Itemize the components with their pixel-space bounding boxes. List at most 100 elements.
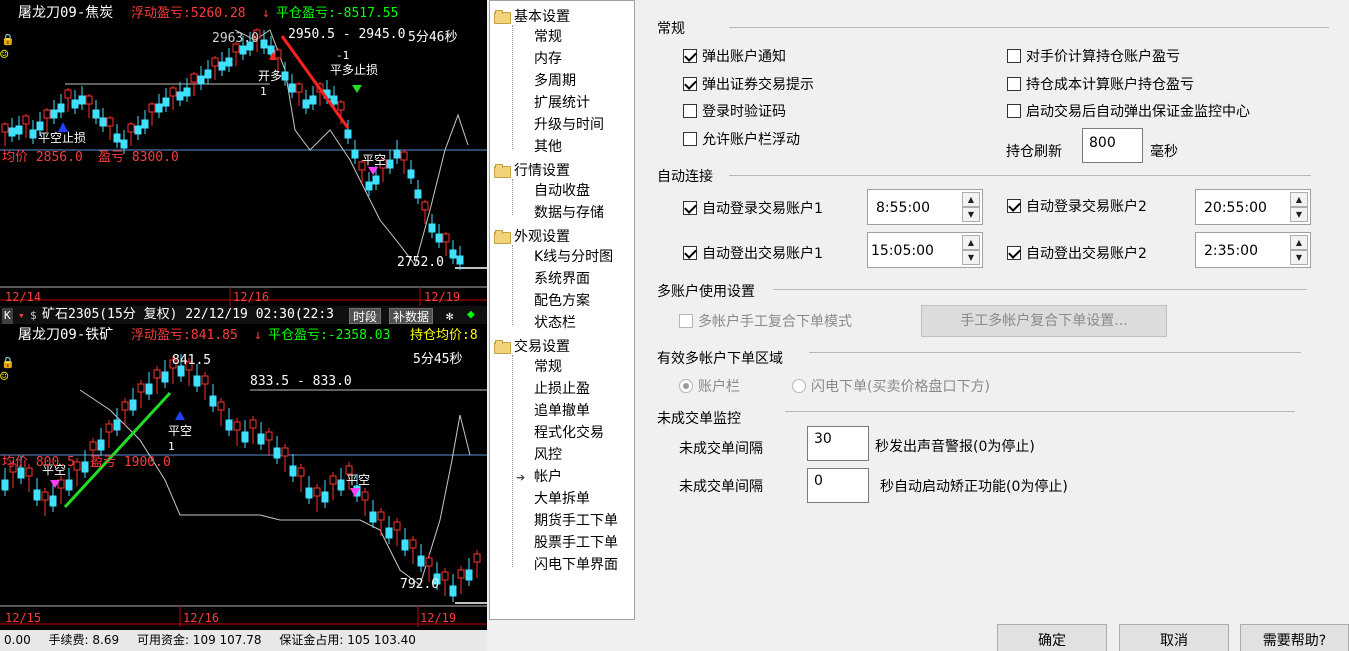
auto-login-account2-checkbox[interactable]: 自动登录交易账户2 — [1007, 196, 1147, 216]
tree-item-chase-cancel[interactable]: 追单撤单 — [534, 400, 590, 422]
candle-body — [15, 125, 23, 135]
radio-circle[interactable] — [792, 379, 806, 393]
checkbox-box[interactable] — [1007, 199, 1021, 213]
checkbox-box[interactable] — [683, 246, 697, 260]
tree-item-upgrade-time[interactable]: 升级与时间 — [534, 114, 604, 136]
auto-margin-monitor-checkbox[interactable]: 启动交易后自动弹出保证金监控中心 — [1007, 101, 1250, 121]
pending-correct-interval-input[interactable]: 0 — [807, 468, 869, 503]
tree-item-risk-control[interactable]: 风控 — [534, 444, 562, 466]
kline-chart-panel[interactable]: 屠龙刀09-焦炭 浮动盈亏:5260.28 ↓ 平仓盈亏:-8517.55 29… — [0, 0, 487, 651]
tree-item-futures-manual[interactable]: 期货手工下单 — [534, 510, 618, 532]
tree-item-basic-general[interactable]: 常规 — [534, 26, 562, 48]
dropdown-arrow-icon[interactable]: ▾ — [18, 308, 25, 324]
smiley-icon-2[interactable]: ☺ — [0, 370, 8, 384]
time-value[interactable]: 20:55:00 — [1204, 200, 1267, 216]
tree-item-auto-close[interactable]: 自动收盘 — [534, 180, 590, 202]
diamond-icon[interactable]: ◆ — [467, 307, 475, 323]
cost-basis-pl-checkbox[interactable]: 持仓成本计算账户持仓盈亏 — [1007, 74, 1194, 94]
checkbox-box[interactable] — [1007, 246, 1021, 260]
tree-item-memory[interactable]: 内存 — [534, 48, 562, 70]
refresh-interval-input[interactable]: 800 — [1082, 128, 1143, 163]
candle-body — [407, 169, 415, 179]
spin-up-icon[interactable]: ▲ — [962, 192, 980, 207]
top-float-pl: 浮动盈亏:5260.28 — [131, 6, 246, 21]
tree-item-stop-loss[interactable]: 止损止盈 — [534, 378, 590, 400]
top-stop-short-label: 平空止损 — [38, 131, 87, 145]
login-captcha-checkbox[interactable]: 登录时验证码 — [683, 101, 786, 121]
allow-float-account-bar-checkbox[interactable]: 允许账户栏浮动 — [683, 129, 800, 149]
popup-security-tip-checkbox[interactable]: 弹出证券交易提示 — [683, 74, 814, 94]
spin-up-icon[interactable]: ▲ — [962, 235, 980, 250]
fill-data-button[interactable]: 补数据 — [389, 308, 434, 324]
section-divider — [729, 175, 1311, 176]
auto-logout-account1-checkbox[interactable]: 自动登出交易账户1 — [683, 243, 823, 263]
gear-icon[interactable]: ✻ — [446, 308, 453, 324]
checkbox-box[interactable] — [1007, 104, 1021, 118]
checkbox-box[interactable] — [1007, 77, 1021, 91]
spin-down-icon[interactable]: ▼ — [962, 250, 980, 265]
counterparty-price-pl-checkbox[interactable]: 对手价计算持仓账户盈亏 — [1007, 46, 1180, 66]
checkbox-box[interactable] — [683, 104, 697, 118]
spin-down-icon[interactable]: ▼ — [1290, 207, 1308, 222]
ok-button[interactable]: 确定 — [997, 624, 1107, 651]
tree-item-account[interactable]: 帐户 — [534, 466, 562, 488]
auto-logout-account2-checkbox[interactable]: 自动登出交易账户2 — [1007, 243, 1147, 263]
tree-item-split-order[interactable]: 大单拆单 — [534, 488, 590, 510]
tree-item-kline[interactable]: K线与分时图 — [534, 246, 613, 268]
auto-login-account2-time[interactable]: 20:55:00 ▲ ▼ — [1195, 189, 1311, 225]
auto-logout-account2-time[interactable]: 2:35:00 ▲ ▼ — [1195, 232, 1311, 268]
auto-login-account1-checkbox[interactable]: 自动登录交易账户1 — [683, 198, 823, 218]
tree-item-other[interactable]: 其他 — [534, 136, 562, 158]
order-area-account-bar-radio[interactable]: 账户栏 — [679, 376, 740, 396]
tree-item-multi-period[interactable]: 多周期 — [534, 70, 576, 92]
spin-down-icon[interactable]: ▼ — [1290, 250, 1308, 265]
order-area-flash-order-radio[interactable]: 闪电下单(买卖价格盘口下方) — [792, 376, 990, 396]
help-button[interactable]: 需要帮助? — [1240, 624, 1349, 651]
tree-item-flash-order[interactable]: 闪电下单界面 — [534, 554, 618, 576]
tree-group-trade[interactable]: 交易设置 — [494, 335, 570, 357]
tree-group-market[interactable]: 行情设置 — [494, 159, 570, 181]
spin-up-icon[interactable]: ▲ — [1290, 192, 1308, 207]
multi-account-mode-checkbox[interactable]: 多帐户手工复合下单模式 — [679, 311, 852, 331]
auto-login-account1-time[interactable]: 8:55:00 ▲ ▼ — [867, 189, 983, 225]
dollar-icon[interactable]: $ — [30, 308, 37, 324]
tree-group-appearance[interactable]: 外观设置 — [494, 225, 570, 247]
checkbox-box[interactable] — [679, 314, 693, 328]
time-value[interactable]: 15:05:00 — [871, 243, 934, 259]
candle-body — [201, 375, 209, 385]
spin-up-icon[interactable]: ▲ — [1290, 235, 1308, 250]
auto-logout-account1-time[interactable]: 15:05:00 ▲ ▼ — [867, 232, 983, 268]
checkbox-box[interactable] — [683, 77, 697, 91]
candle-body — [239, 45, 247, 55]
time-value[interactable]: 8:55:00 — [876, 200, 930, 216]
tree-group-basic[interactable]: 基本设置 — [494, 5, 570, 27]
lock-icon-2[interactable]: 🔒 — [1, 356, 15, 370]
candle-body — [305, 487, 313, 499]
k-label-icon[interactable]: K — [2, 308, 13, 324]
checkbox-box[interactable] — [683, 201, 697, 215]
checkbox-box[interactable] — [683, 132, 697, 146]
tree-item-color-scheme[interactable]: 配色方案 — [534, 290, 590, 312]
time-value[interactable]: 2:35:00 — [1204, 243, 1258, 259]
tree-item-ext-stats[interactable]: 扩展统计 — [534, 92, 590, 114]
settings-tree[interactable]: 基本设置 常规 内存 多周期 扩展统计 升级与时间 其他 行情设置 自动收盘 数… — [489, 0, 635, 620]
pending-sound-interval-input[interactable]: 30 — [807, 426, 869, 461]
smiley-icon[interactable]: ☺ — [0, 48, 8, 62]
tree-item-stock-manual[interactable]: 股票手工下单 — [534, 532, 618, 554]
tree-item-system-ui[interactable]: 系统界面 — [534, 268, 590, 290]
tree-item-trade-general[interactable]: 常规 — [534, 356, 562, 378]
tree-item-algo-trading[interactable]: 程式化交易 — [534, 422, 604, 444]
tree-item-data-storage[interactable]: 数据与存储 — [534, 202, 604, 224]
popup-account-notify-checkbox[interactable]: 弹出账户通知 — [683, 46, 786, 66]
candle-body — [41, 491, 49, 501]
tree-item-statusbar[interactable]: 状态栏 — [534, 312, 576, 334]
candle-body — [218, 61, 226, 71]
checkbox-box[interactable] — [1007, 49, 1021, 63]
spin-down-icon[interactable]: ▼ — [962, 207, 980, 222]
multi-account-settings-button[interactable]: 手工多帐户复合下单设置... — [921, 305, 1167, 337]
checkbox-box[interactable] — [683, 49, 697, 63]
period-button[interactable]: 时段 — [349, 308, 382, 324]
lock-icon[interactable]: 🔒 — [1, 33, 15, 47]
radio-circle[interactable] — [679, 379, 693, 393]
cancel-button[interactable]: 取消 — [1119, 624, 1229, 651]
